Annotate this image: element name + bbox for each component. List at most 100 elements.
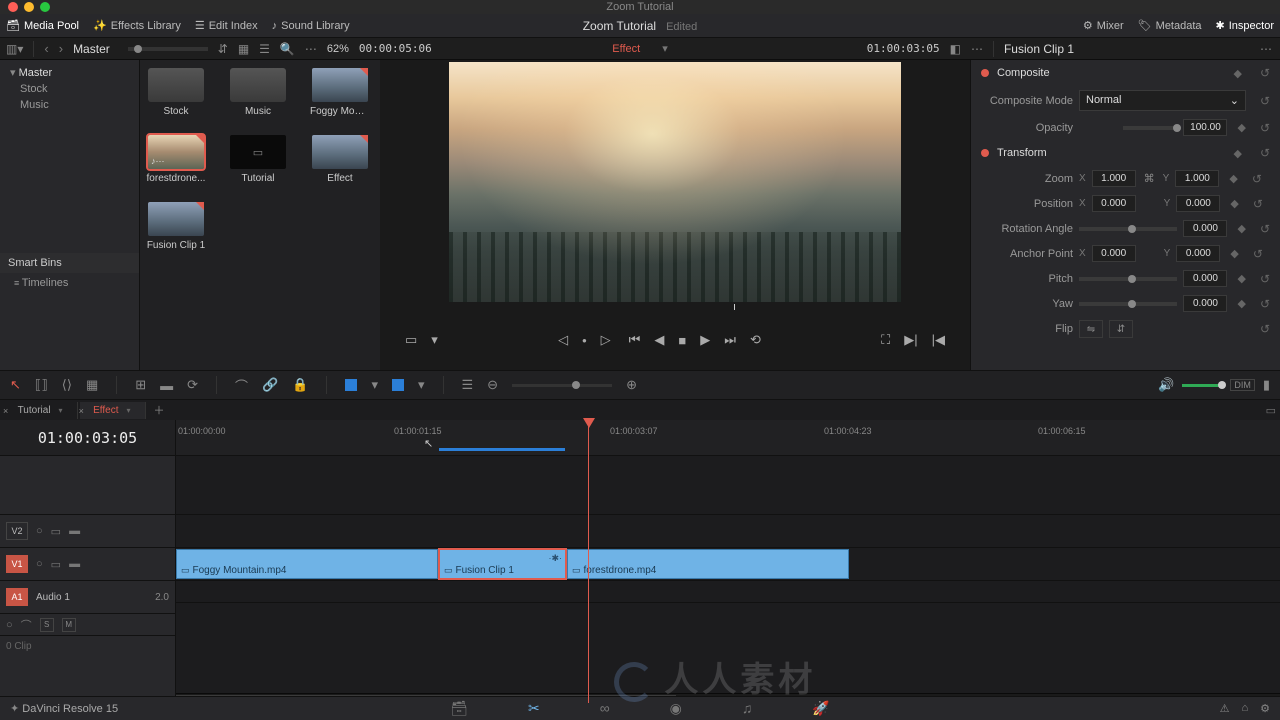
add-timeline-button[interactable]: ＋ (154, 402, 165, 418)
pitch-input[interactable]: 0.000 (1183, 270, 1227, 287)
dim-button[interactable]: DIM (1230, 379, 1255, 391)
auto-select-icon[interactable]: ▭ (51, 525, 61, 538)
zoom-y-input[interactable]: 1.000 (1175, 170, 1219, 187)
reset-icon[interactable]: ↺ (1260, 66, 1270, 80)
timeline-options-icon[interactable]: ▭ (1266, 404, 1276, 417)
clip-item-effect[interactable]: Effect (312, 135, 368, 184)
mute-button[interactable]: M (62, 618, 76, 632)
solo-button[interactable]: S (40, 618, 54, 632)
zoom-in-icon[interactable]: ⊕ (626, 377, 637, 393)
zoom-slider[interactable] (512, 384, 612, 387)
reset-icon[interactable]: ↺ (1260, 322, 1270, 336)
breadcrumb[interactable]: Master (73, 42, 110, 56)
keyframe-icon[interactable]: ◆ (1237, 297, 1245, 310)
prev-frame-icon[interactable]: ◀ (654, 332, 664, 348)
pitch-slider[interactable] (1079, 277, 1177, 281)
timeline-clip-forestdrone[interactable]: ▭forestdrone.mp4 (567, 549, 849, 579)
gear-icon[interactable]: ⚙ (1260, 702, 1270, 715)
track-row-v2[interactable] (176, 514, 1280, 547)
fairlight-page-icon[interactable]: ♫ (742, 700, 753, 717)
keyframe-icon[interactable]: ◆ (1237, 121, 1245, 134)
snap-icon[interactable]: ⌒ (235, 376, 248, 395)
timeline-view-icon[interactable]: ☰ (462, 377, 474, 393)
dropdown-icon[interactable]: ▾ (662, 42, 668, 55)
viewer-mode-icon[interactable]: ▭ (405, 332, 417, 348)
app-name[interactable]: DaVinci Resolve 15 (10, 702, 118, 715)
bin-stock[interactable]: Stock (0, 81, 139, 97)
timeline-ruler[interactable]: 01:00:00:00 01:00:01:15 01:00:03:07 01:0… (176, 420, 1280, 456)
composite-mode-select[interactable]: Normal⌄ (1079, 90, 1246, 111)
chevron-down-icon[interactable]: ▾ (418, 377, 425, 393)
composite-section-header[interactable]: Composite ◆ ↺ (971, 60, 1280, 86)
anchor-y-input[interactable]: 0.000 (1176, 245, 1220, 262)
track-header-v2[interactable]: V2 ○ ▭ ▬ (0, 514, 175, 547)
clip-name-header[interactable]: Effect (612, 43, 640, 55)
volume-slider[interactable] (1182, 384, 1222, 387)
track-button-v1[interactable]: V1 (6, 555, 28, 573)
reset-icon[interactable]: ↺ (1252, 172, 1262, 186)
nav-back-icon[interactable]: ‹ (44, 41, 48, 56)
pos-x-input[interactable]: 0.000 (1092, 195, 1136, 212)
timeline-clip-fusion[interactable]: ▭Fusion Clip 1·✱· (439, 549, 566, 579)
lock-icon[interactable]: 🔒 (292, 377, 308, 393)
keyframe-icon[interactable]: ◆ (1229, 172, 1237, 185)
reset-icon[interactable]: ↺ (1253, 247, 1263, 261)
replace-icon[interactable]: ⟳ (187, 377, 198, 393)
lock-icon[interactable]: ○ (36, 558, 43, 570)
link-icon[interactable]: 🔗 (262, 377, 278, 393)
transform-section-header[interactable]: Transform ◆ ↺ (971, 140, 1280, 166)
track-view-icon[interactable]: ▬ (69, 525, 80, 537)
reset-icon[interactable]: ↺ (1260, 121, 1270, 135)
flip-v-button[interactable]: ⇵ (1109, 320, 1133, 338)
keyframe-icon[interactable]: ◆ (1233, 147, 1241, 160)
trim-tool-icon[interactable]: ⟦⟧ (35, 377, 48, 393)
zoom-out-icon[interactable]: ⊖ (487, 377, 498, 393)
bin-music[interactable]: Music (0, 97, 139, 113)
clip-item-tutorial[interactable]: ▭Tutorial (230, 135, 286, 184)
smart-bin-timelines[interactable]: Timelines (0, 273, 139, 293)
inspector-toggle[interactable]: ✱Inspector (1216, 19, 1274, 32)
smart-bins-header[interactable]: Smart Bins (0, 253, 139, 273)
more-icon[interactable]: ⋯ (305, 42, 317, 56)
overwrite-icon[interactable]: ▬ (160, 378, 173, 393)
reset-icon[interactable]: ↺ (1253, 197, 1263, 211)
rotation-input[interactable]: 0.000 (1183, 220, 1227, 237)
viewer-opt-icon[interactable]: ◧ (950, 42, 961, 56)
inspector-more-icon[interactable]: ⋯ (1260, 42, 1272, 56)
close-icon[interactable]: × (3, 406, 8, 416)
nav-fwd-icon[interactable]: › (59, 41, 63, 56)
clip-item-foggy[interactable]: Foggy Mount... (312, 68, 368, 117)
sort-icon[interactable]: ⇵ (218, 42, 228, 56)
reset-icon[interactable]: ↺ (1260, 222, 1270, 236)
track-row-v1[interactable]: ▭Foggy Mountain.mp4 ▭Fusion Clip 1·✱· ▭f… (176, 547, 1280, 580)
lock-icon[interactable]: ○ (36, 525, 43, 537)
rotation-slider[interactable] (1079, 227, 1177, 231)
track-button-a1[interactable]: A1 (6, 588, 28, 606)
track-header-a1-controls[interactable]: ○ ⌒ S M (0, 613, 175, 635)
yaw-input[interactable]: 0.000 (1183, 295, 1227, 312)
track-button-v2[interactable]: V2 (6, 522, 28, 540)
track-view-icon[interactable]: ▬ (69, 558, 80, 570)
stop-icon[interactable]: ■ (678, 333, 686, 348)
chevron-down-icon[interactable]: ▾ (127, 406, 131, 415)
reset-icon[interactable]: ↺ (1260, 297, 1270, 311)
more-icon-2[interactable]: ⋯ (971, 42, 983, 56)
marker-color-button[interactable] (392, 379, 404, 391)
viewer-zoom[interactable]: 62% (327, 43, 349, 55)
deliver-page-icon[interactable]: 🚀 (812, 700, 829, 717)
zoom-x-input[interactable]: 1.000 (1092, 170, 1136, 187)
curve-icon[interactable]: ⌒ (21, 617, 32, 633)
metadata-toggle[interactable]: 🏷Metadata (1138, 19, 1202, 32)
keyframe-icon[interactable]: ◆ (1237, 222, 1245, 235)
reset-icon[interactable]: ↺ (1260, 94, 1270, 108)
viewer-scrubber[interactable] (405, 302, 945, 312)
reset-icon[interactable]: ↺ (1260, 272, 1270, 286)
clip-item-music[interactable]: Music (230, 68, 286, 117)
keyframe-icon[interactable]: ◆ (1237, 272, 1245, 285)
flag-color-button[interactable] (345, 379, 357, 391)
in-out-range[interactable] (439, 448, 565, 451)
clip-item-stock[interactable]: Stock (148, 68, 204, 117)
viewer-canvas[interactable] (449, 62, 901, 302)
chevron-down-icon[interactable]: ▾ (371, 377, 378, 393)
clip-item-forestdrone[interactable]: ♪⋯forestdrone... (148, 135, 204, 184)
